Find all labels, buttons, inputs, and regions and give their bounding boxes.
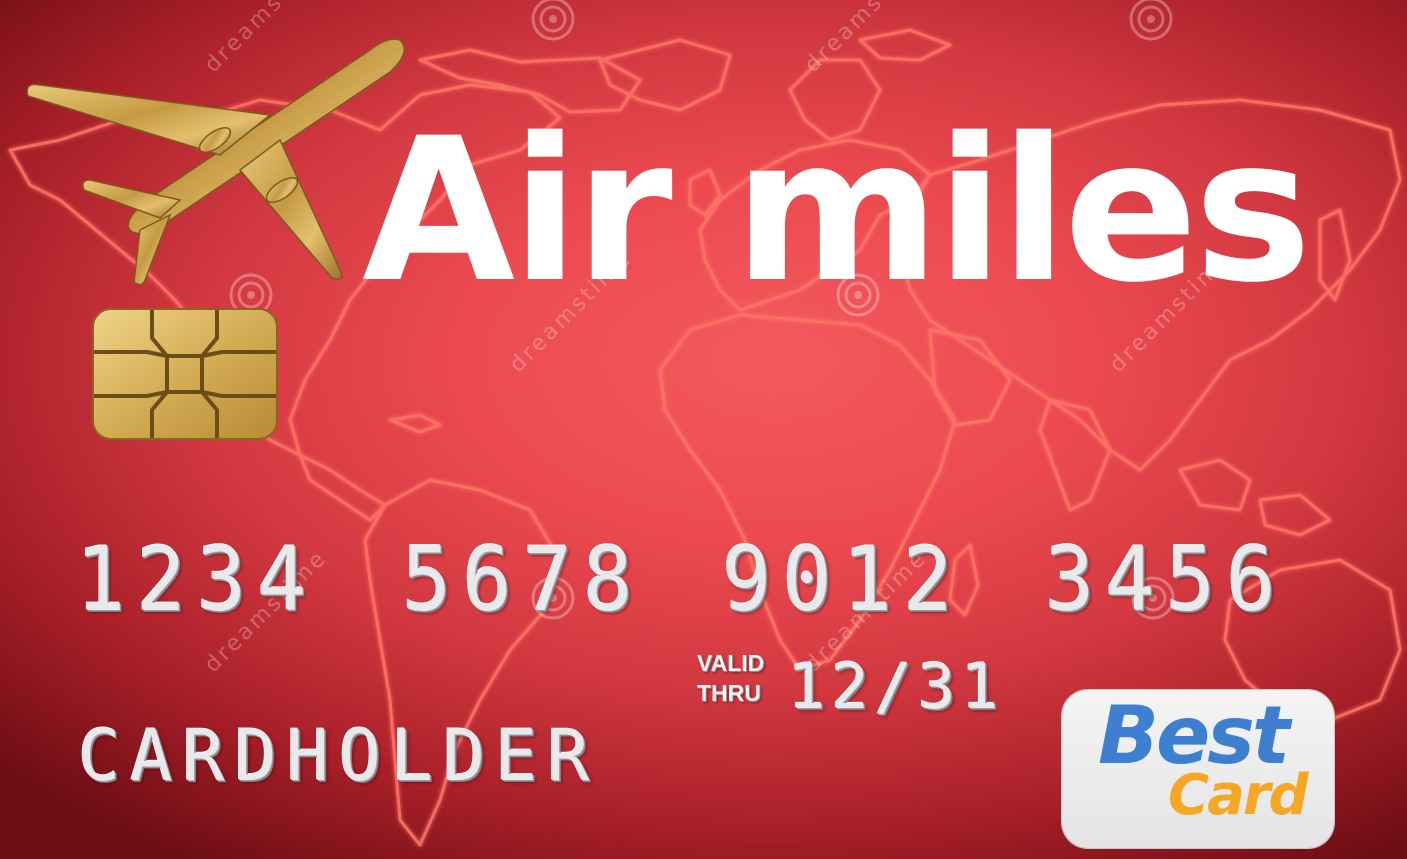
card-number-group-3: 9012 bbox=[722, 528, 964, 631]
card-title: Air miles bbox=[362, 95, 1312, 326]
valid-label-line2: THRU bbox=[697, 680, 761, 706]
card-number-group-4: 3456 bbox=[1045, 528, 1287, 631]
cardholder-name: CARDHOLDER bbox=[78, 715, 600, 797]
brand-logo: Best Card bbox=[1062, 690, 1334, 848]
watermark-swirl-icon bbox=[1129, 0, 1173, 41]
card-number-group-1: 1234 bbox=[76, 528, 318, 631]
valid-thru-label: VALID THRU bbox=[697, 648, 764, 708]
brand-logo-line2: Card bbox=[1168, 763, 1309, 828]
credit-card: dreamstime dreamstime dreamstime dreamst… bbox=[0, 0, 1407, 859]
card-number-group-2: 5678 bbox=[402, 528, 644, 631]
expiry-date: 12/31 bbox=[788, 650, 1005, 723]
chip-icon bbox=[92, 308, 278, 440]
airplane-icon bbox=[26, 38, 405, 286]
watermark-swirl-icon bbox=[531, 0, 575, 41]
valid-label-line1: VALID bbox=[697, 650, 765, 676]
